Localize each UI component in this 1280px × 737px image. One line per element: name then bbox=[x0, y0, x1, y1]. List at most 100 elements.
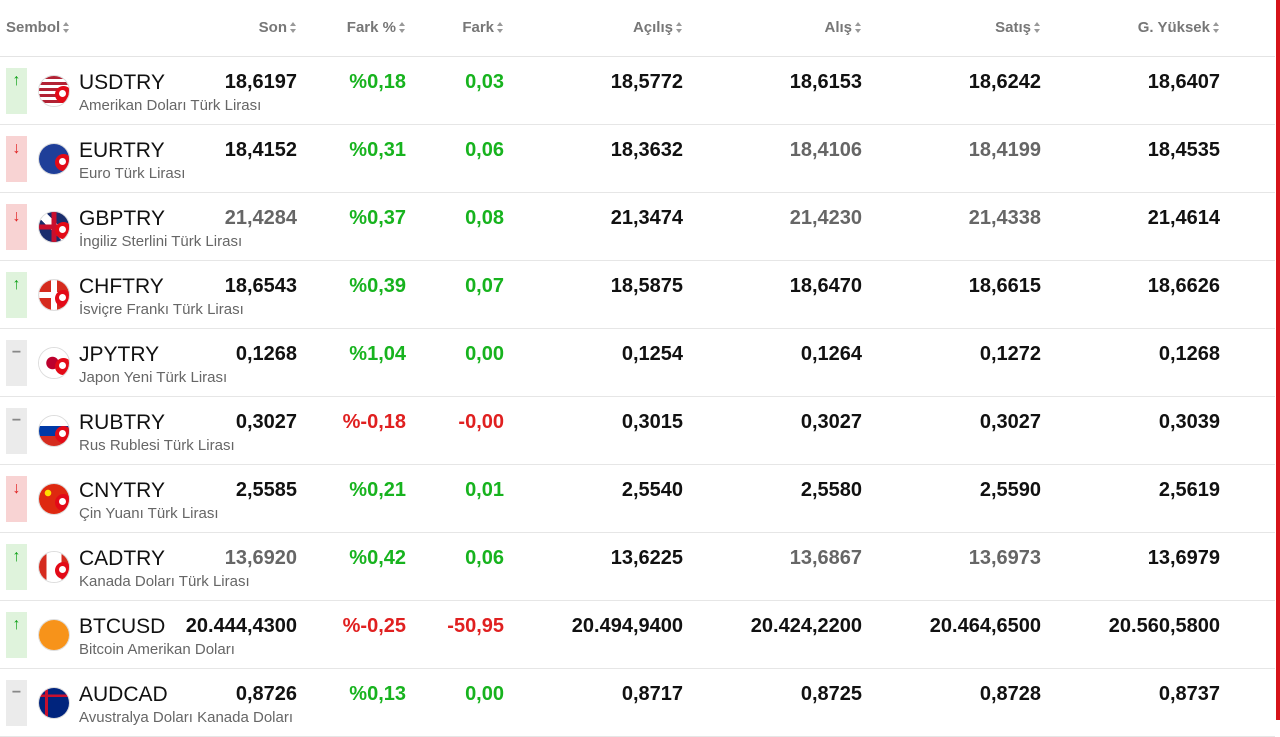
symbol-name: Çin Yuanı Türk Lirası bbox=[79, 505, 219, 522]
tr-flag-icon bbox=[55, 494, 69, 511]
sort-icon bbox=[1213, 22, 1220, 33]
symbol-link[interactable]: EURTRY bbox=[79, 139, 165, 163]
alis-value: 13,6867 bbox=[789, 547, 862, 569]
sort-symbol-header[interactable]: Sembol bbox=[6, 19, 70, 36]
alis-value: 0,3027 bbox=[800, 411, 862, 433]
satis-value: 2,5590 bbox=[979, 479, 1041, 501]
symbol-name: Avustralya Doları Kanada Doları bbox=[79, 709, 293, 726]
symbol-name: Kanada Doları Türk Lirası bbox=[79, 573, 250, 590]
symbol-link[interactable]: CADTRY bbox=[79, 547, 165, 571]
tr-flag-icon bbox=[55, 290, 69, 307]
table-row[interactable]: − JPYTRY Japon Yeni Türk Lirası 0,1268 %1,04… bbox=[0, 329, 1275, 397]
son-value: 18,6543 bbox=[224, 275, 297, 297]
acilis-value: 0,1254 bbox=[621, 343, 683, 365]
symbol-link[interactable]: RUBTRY bbox=[79, 411, 165, 435]
header-label: Sembol bbox=[6, 19, 61, 36]
fark-value: 0,00 bbox=[465, 343, 504, 365]
acilis-value: 20.494,9400 bbox=[571, 615, 683, 637]
symbol-link[interactable]: BTCUSD bbox=[79, 615, 165, 639]
fark-value: 0,06 bbox=[465, 547, 504, 569]
sort-fark-pct-header[interactable]: Fark % bbox=[347, 19, 406, 36]
trend-up-icon: ↑ bbox=[6, 272, 27, 318]
table-row[interactable]: ↓ GBPTRY İngiliz Sterlini Türk Lirası 21,42… bbox=[0, 193, 1275, 261]
satis-value: 18,6615 bbox=[968, 275, 1041, 297]
header-label: Fark % bbox=[346, 19, 396, 36]
symbol-link[interactable]: GBPTRY bbox=[79, 207, 165, 231]
symbol-link[interactable]: CNYTRY bbox=[79, 479, 165, 503]
us-flag-icon bbox=[38, 75, 70, 107]
fark-pct-value: %0,39 bbox=[349, 275, 406, 297]
g-yuksek-value: 0,8737 bbox=[1158, 683, 1220, 705]
sort-fark-header[interactable]: Fark bbox=[462, 19, 504, 36]
fark-pct-value: %-0,25 bbox=[342, 615, 406, 637]
tr-flag-icon bbox=[55, 358, 69, 375]
son-value: 0,8726 bbox=[235, 683, 297, 705]
sort-satis-header[interactable]: Satış bbox=[995, 19, 1041, 36]
tr-flag-icon bbox=[55, 86, 69, 103]
sort-g-yuksek-header[interactable]: G. Yüksek bbox=[1138, 19, 1220, 36]
trend-down-icon: ↓ bbox=[6, 204, 27, 250]
gb-flag-icon bbox=[38, 211, 70, 243]
g-yuksek-value: 0,1268 bbox=[1158, 343, 1220, 365]
table-body: ↑ USDTRY Amerikan Doları Türk Lirası 18,619… bbox=[0, 57, 1275, 737]
table-row[interactable]: ↑ USDTRY Amerikan Doları Türk Lirası 18,619… bbox=[0, 57, 1275, 125]
sort-icon bbox=[497, 22, 504, 33]
g-yuksek-value: 18,4535 bbox=[1147, 139, 1220, 161]
jp-flag-icon bbox=[38, 347, 70, 379]
table-row[interactable]: ↑ CHFTRY İsviçre Frankı Türk Lirası 18,6543… bbox=[0, 261, 1275, 329]
g-yuksek-value: 18,6626 bbox=[1147, 275, 1220, 297]
trend-down-icon: ↓ bbox=[6, 136, 27, 182]
symbol-name: Japon Yeni Türk Lirası bbox=[79, 369, 228, 386]
fark-pct-value: %0,21 bbox=[349, 479, 406, 501]
alis-value: 18,4106 bbox=[789, 139, 862, 161]
alis-value: 18,6470 bbox=[789, 275, 862, 297]
table-row[interactable]: − AUDCAD Avustralya Doları Kanada Doları 0,… bbox=[0, 669, 1275, 737]
satis-value: 20.464,6500 bbox=[929, 615, 1041, 637]
satis-value: 18,6242 bbox=[968, 71, 1041, 93]
son-value: 0,3027 bbox=[235, 411, 297, 433]
tr-flag-icon bbox=[55, 154, 69, 171]
g-yuksek-value: 21,4614 bbox=[1147, 207, 1220, 229]
acilis-value: 13,6225 bbox=[610, 547, 683, 569]
header-label: Son bbox=[258, 19, 287, 36]
alis-value: 0,1264 bbox=[800, 343, 862, 365]
symbol-link[interactable]: JPYTRY bbox=[79, 343, 159, 367]
sort-acilis-header[interactable]: Açılış bbox=[633, 19, 683, 36]
son-value: 2,5585 bbox=[235, 479, 297, 501]
g-yuksek-value: 0,3039 bbox=[1158, 411, 1220, 433]
table-row[interactable]: ↑ BTCUSD Bitcoin Amerikan Doları 20.444,430… bbox=[0, 601, 1275, 669]
fark-pct-value: %0,31 bbox=[349, 139, 406, 161]
trend-up-icon: ↑ bbox=[6, 544, 27, 590]
table-row[interactable]: ↑ CADTRY Kanada Doları Türk Lirası 13,6920%… bbox=[0, 533, 1275, 601]
g-yuksek-value: 20.560,5800 bbox=[1108, 615, 1220, 637]
symbol-name: Euro Türk Lirası bbox=[79, 165, 186, 182]
sort-icon bbox=[63, 22, 70, 33]
symbol-link[interactable]: USDTRY bbox=[79, 71, 165, 95]
fark-pct-value: %0,42 bbox=[349, 547, 406, 569]
fark-value: 0,03 bbox=[465, 71, 504, 93]
symbol-link[interactable]: CHFTRY bbox=[79, 275, 164, 299]
symbol-name: Bitcoin Amerikan Doları bbox=[79, 641, 235, 658]
g-yuksek-value: 18,6407 bbox=[1147, 71, 1220, 93]
acilis-value: 18,5875 bbox=[610, 275, 683, 297]
trend-flat-icon: − bbox=[6, 340, 27, 386]
table-row[interactable]: ↓ CNYTRY Çin Yuanı Türk Lirası 2,5585 %0,21 0… bbox=[0, 465, 1275, 533]
fark-value: 0,08 bbox=[465, 207, 504, 229]
satis-value: 21,4338 bbox=[968, 207, 1041, 229]
sort-alis-header[interactable]: Alış bbox=[824, 19, 862, 36]
fark-pct-value: %1,04 bbox=[349, 343, 406, 365]
fark-pct-value: %-0,18 bbox=[342, 411, 406, 433]
satis-value: 13,6973 bbox=[968, 547, 1041, 569]
tr-flag-icon bbox=[55, 562, 69, 579]
symbol-link[interactable]: AUDCAD bbox=[79, 683, 168, 707]
header-label: Açılış bbox=[632, 19, 673, 36]
fark-value: 0,01 bbox=[465, 479, 504, 501]
table-header: Sembol Son Fark % Fark Açılış Alış Satış bbox=[0, 0, 1275, 57]
fark-pct-value: %0,13 bbox=[349, 683, 406, 705]
sort-son-header[interactable]: Son bbox=[259, 19, 297, 36]
symbol-name: İngiliz Sterlini Türk Lirası bbox=[79, 233, 243, 250]
sort-icon bbox=[399, 22, 406, 33]
currency-table: Sembol Son Fark % Fark Açılış Alış Satış bbox=[0, 0, 1275, 737]
table-row[interactable]: ↓ EURTRY Euro Türk Lirası 18,4152 %0,31 0,06 1… bbox=[0, 125, 1275, 193]
table-row[interactable]: − RUBTRY Rus Rublesi Türk Lirası 0,3027 %-0,… bbox=[0, 397, 1275, 465]
